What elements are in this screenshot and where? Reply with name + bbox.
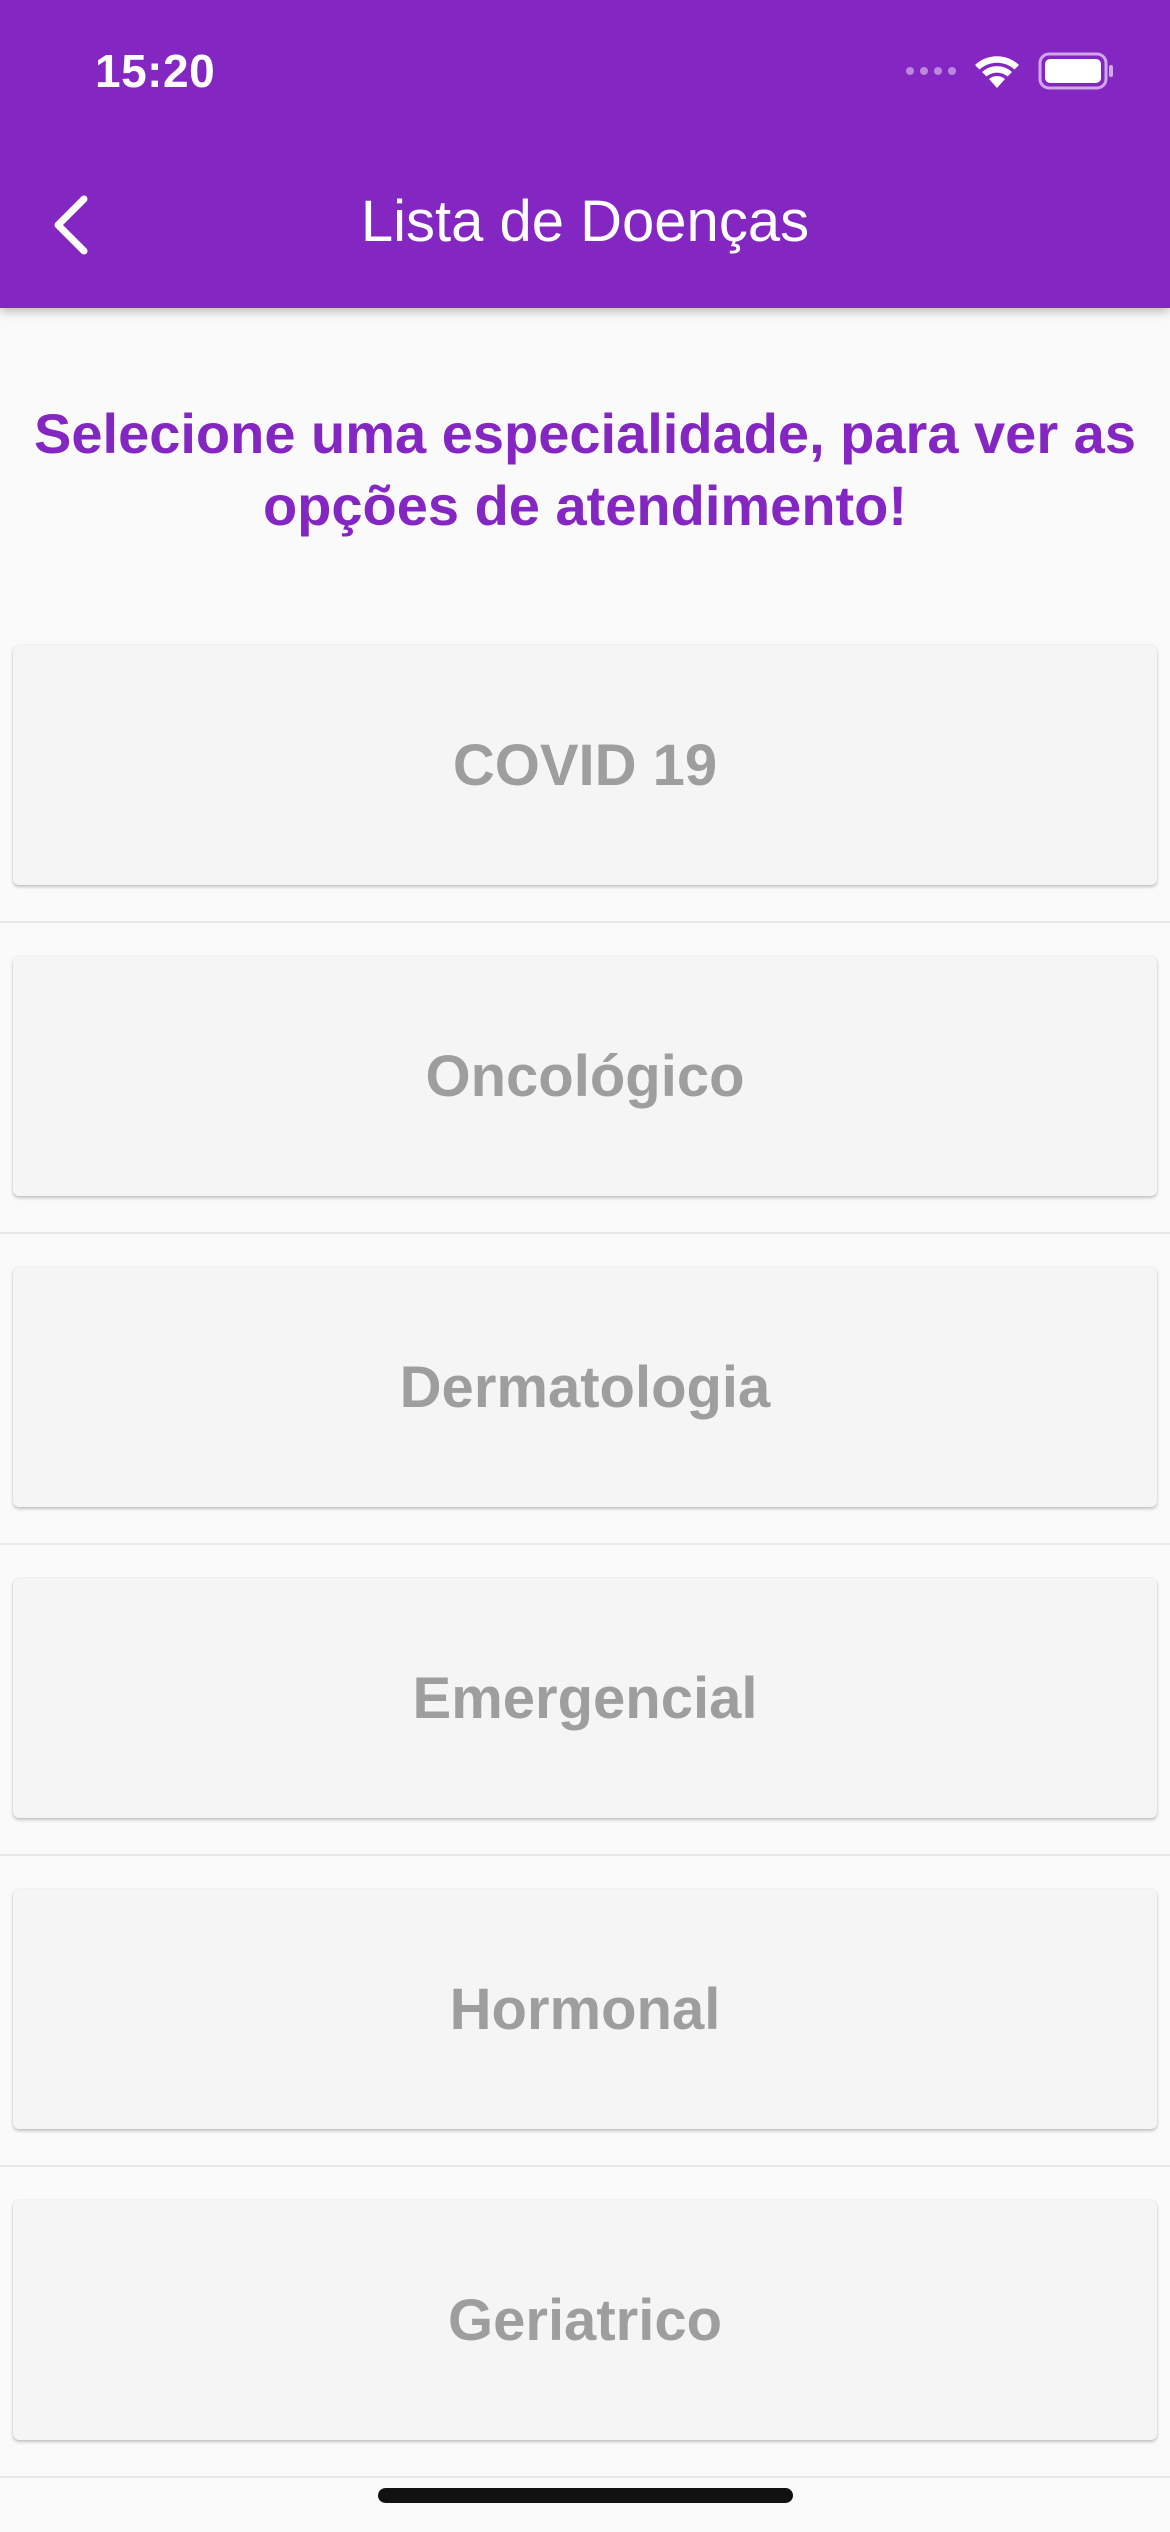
specialty-card-dermatologia[interactable]: Dermatologia [13,1267,1157,1507]
status-icons [906,52,1114,90]
page-title: Lista de Doenças [360,189,810,254]
list-item: Oncológico [0,923,1170,1234]
app-bar: 15:20 Lista de Doenças [0,0,1170,308]
list-item: Dermatologia [0,1234,1170,1545]
specialty-card-geriatrico[interactable]: Geriatrico [13,2200,1157,2440]
specialty-label: Oncológico [425,1043,745,1109]
specialty-label: Emergencial [412,1665,758,1731]
specialty-label: COVID 19 [452,732,718,798]
specialty-card-covid-19[interactable]: COVID 19 [13,645,1157,885]
specialty-card-hormonal[interactable]: Hormonal [13,1889,1157,2129]
specialty-label: Dermatologia [399,1354,771,1420]
home-indicator[interactable] [378,2488,793,2503]
cellular-signal-icon [906,67,956,75]
specialty-card-oncologico[interactable]: Oncológico [13,956,1157,1196]
list-item: Emergencial [0,1545,1170,1856]
specialty-label: Hormonal [449,1976,721,2042]
instruction-heading: Selecione uma especialidade, para ver as… [34,402,1136,537]
list-item: Geriatrico [0,2167,1170,2478]
battery-icon [1038,52,1113,90]
specialty-card-emergencial[interactable]: Emergencial [13,1578,1157,1818]
specialty-list: COVID 19 Oncológico Dermatologia Emergen… [0,612,1170,2478]
list-item: Hormonal [0,1856,1170,2167]
list-item: COVID 19 [0,612,1170,923]
specialty-label: Geriatrico [448,2287,722,2353]
status-time: 15:20 [95,45,216,97]
wifi-icon [975,56,1019,88]
